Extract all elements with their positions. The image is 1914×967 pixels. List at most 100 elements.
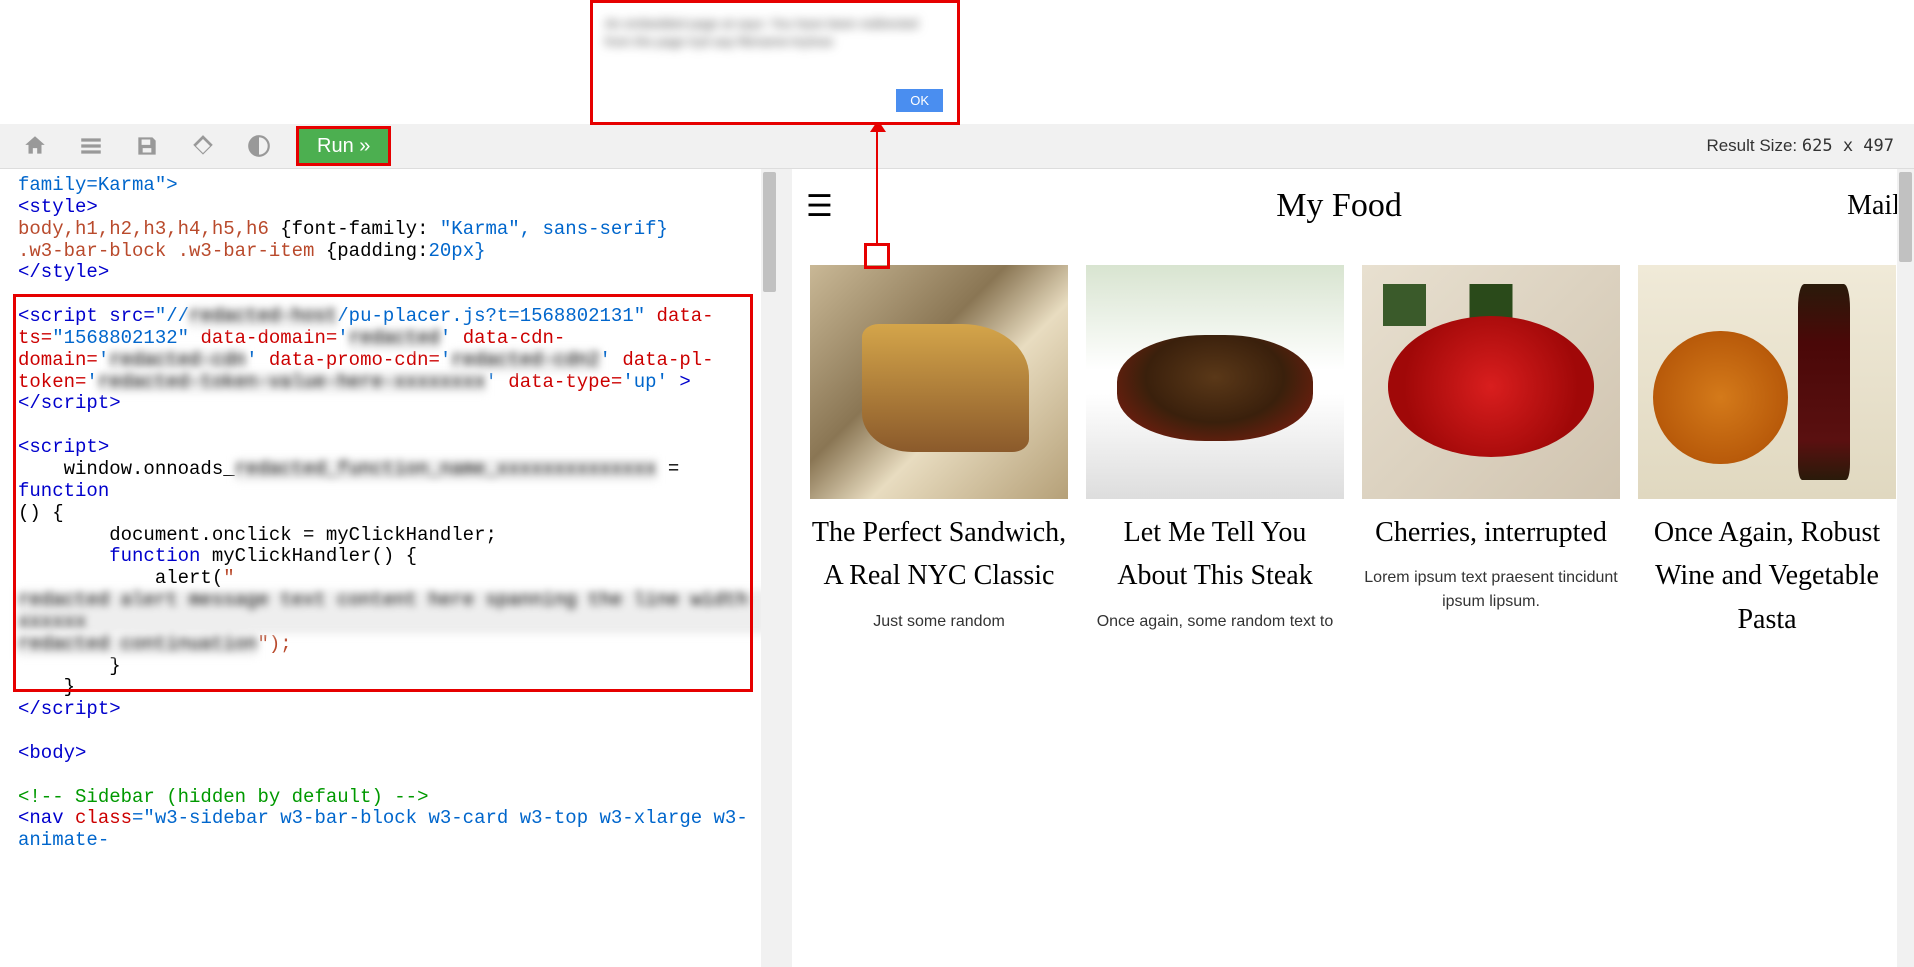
code-text: >: [668, 371, 691, 393]
result-size-dims: 625 x 497: [1802, 136, 1894, 156]
redacted-text: redacted-cdn2: [451, 350, 599, 372]
code-text: .w3-bar-block .w3-bar-item: [18, 240, 326, 262]
rotate-icon[interactable]: [178, 128, 228, 164]
run-button[interactable]: Run »: [296, 126, 391, 166]
code-text: token=: [18, 371, 86, 393]
code-text: "1568802132": [52, 327, 189, 349]
code-text: </script>: [18, 698, 121, 720]
code-text: <body>: [18, 742, 86, 764]
preview-content: ☰ My Food Mail The Perfect Sandwich, A R…: [792, 169, 1914, 653]
scrollbar-thumb[interactable]: [763, 172, 776, 292]
food-card[interactable]: Once Again, Robust Wine and Vegetable Pa…: [1638, 265, 1896, 653]
result-size-label: Result Size: 625 x 497: [1706, 136, 1904, 156]
code-text: ");: [257, 633, 291, 655]
theme-icon[interactable]: [234, 128, 284, 164]
card-text: Lorem ipsum text praesent tincidunt ipsu…: [1362, 566, 1620, 614]
code-text: ': [440, 327, 451, 349]
code-text: function: [109, 545, 200, 567]
code-text: {padding:: [326, 240, 429, 262]
mail-link[interactable]: Mail: [1847, 190, 1900, 222]
code-text: ': [246, 349, 257, 371]
code-text: 'up': [622, 371, 668, 393]
card-image: [1086, 265, 1344, 499]
card-image: [1638, 265, 1896, 499]
code-text: ': [600, 349, 611, 371]
code-text: "//: [155, 305, 189, 327]
code-text: body,h1,h2,h3,h4,h5,h6: [18, 218, 280, 240]
code-text: myClickHandler() {: [200, 545, 417, 567]
code-text: {font-family:: [280, 218, 440, 240]
code-text: domain=: [18, 349, 98, 371]
code-text: </style>: [18, 261, 109, 283]
code-text: function: [18, 480, 109, 502]
code-text: window.onnoads_: [18, 458, 235, 480]
annotation-arrow-line: [876, 125, 878, 245]
code-text: data-cdn-: [451, 327, 565, 349]
preview-pane: ☰ My Food Mail The Perfect Sandwich, A R…: [792, 169, 1914, 967]
split-gutter[interactable]: [778, 169, 792, 967]
code-text: <style>: [18, 196, 98, 218]
menu-icon[interactable]: [66, 128, 116, 164]
code-text: <!-- Sidebar (hidden by default) -->: [18, 786, 428, 808]
code-text: }: [18, 676, 75, 698]
code-text: ': [440, 349, 451, 371]
code-text: data-pl-: [611, 349, 714, 371]
food-card[interactable]: The Perfect Sandwich, A Real NYC Classic…: [810, 265, 1068, 653]
food-card[interactable]: Let Me Tell You About This Steak Once ag…: [1086, 265, 1344, 653]
save-icon[interactable]: [122, 128, 172, 164]
code-editor-pane[interactable]: family=Karma"> <style> body,h1,h2,h3,h4,…: [0, 169, 778, 967]
code-text: ': [86, 371, 97, 393]
alert-text: An embedded page at says: You have been …: [605, 15, 945, 51]
code-text: () {: [18, 502, 64, 524]
card-title: The Perfect Sandwich, A Real NYC Classic: [810, 511, 1068, 598]
code-text: "Karma", sans-serif}: [440, 218, 668, 240]
js-alert-dialog: An embedded page at says: You have been …: [590, 0, 960, 125]
code-text: <nav: [18, 807, 75, 829]
card-title: Let Me Tell You About This Steak: [1086, 511, 1344, 598]
code-text: data-promo-cdn=: [257, 349, 439, 371]
redacted-text: redacted_function_name_xxxxxxxxxxxxxx: [235, 459, 657, 481]
alert-ok-button[interactable]: OK: [896, 89, 943, 112]
code-text: data-domain=: [189, 327, 337, 349]
redacted-text: redacted: [349, 328, 440, 350]
code-text: data-: [645, 305, 713, 327]
code-text: ts=: [18, 327, 52, 349]
redacted-text: redacted-cdn: [109, 350, 246, 372]
annotation-target-box: [864, 243, 890, 269]
code-text: alert(: [18, 567, 223, 589]
code-text: [18, 545, 109, 567]
hamburger-icon[interactable]: ☰: [806, 196, 831, 217]
food-card[interactable]: Cherries, interrupted Lorem ipsum text p…: [1362, 265, 1620, 653]
code-text: family=Karma">: [18, 174, 178, 196]
code-text: ': [337, 327, 348, 349]
card-image: [1362, 265, 1620, 499]
code-text: document.onclick = myClickHandler;: [18, 524, 497, 546]
code-text: }: [18, 655, 121, 677]
preview-scrollbar[interactable]: [1897, 169, 1914, 967]
editor-toolbar: Run » Result Size: 625 x 497: [0, 124, 1914, 169]
code-text: ': [486, 371, 497, 393]
result-size-text: Result Size:: [1706, 136, 1797, 155]
code-text: /pu-placer.js?t=1568802131": [337, 305, 645, 327]
scrollbar-thumb[interactable]: [1899, 172, 1912, 262]
home-icon[interactable]: [10, 128, 60, 164]
code-text: <script>: [18, 436, 109, 458]
card-title: Once Again, Robust Wine and Vegetable Pa…: [1638, 511, 1896, 641]
code-text: <script src=: [18, 305, 155, 327]
code-text: class: [75, 807, 132, 829]
redacted-text: redacted alert message text content here…: [18, 590, 768, 634]
code-text: ': [98, 349, 109, 371]
card-text: Just some random: [810, 610, 1068, 634]
redacted-text: redacted-token-value-here-xxxxxxxx: [98, 372, 486, 394]
code-text: 20px}: [428, 240, 485, 262]
code-text: ": [223, 567, 234, 589]
card-title: Cherries, interrupted: [1362, 511, 1620, 554]
redacted-text: redacted-host: [189, 306, 337, 328]
code-text: data-type=: [497, 371, 622, 393]
preview-header: ☰ My Food Mail: [806, 169, 1900, 255]
card-image: [810, 265, 1068, 499]
editor-scrollbar[interactable]: [761, 169, 778, 967]
preview-title: My Food: [1276, 187, 1402, 225]
card-text: Once again, some random text to: [1086, 610, 1344, 634]
code-text: =: [657, 458, 691, 480]
